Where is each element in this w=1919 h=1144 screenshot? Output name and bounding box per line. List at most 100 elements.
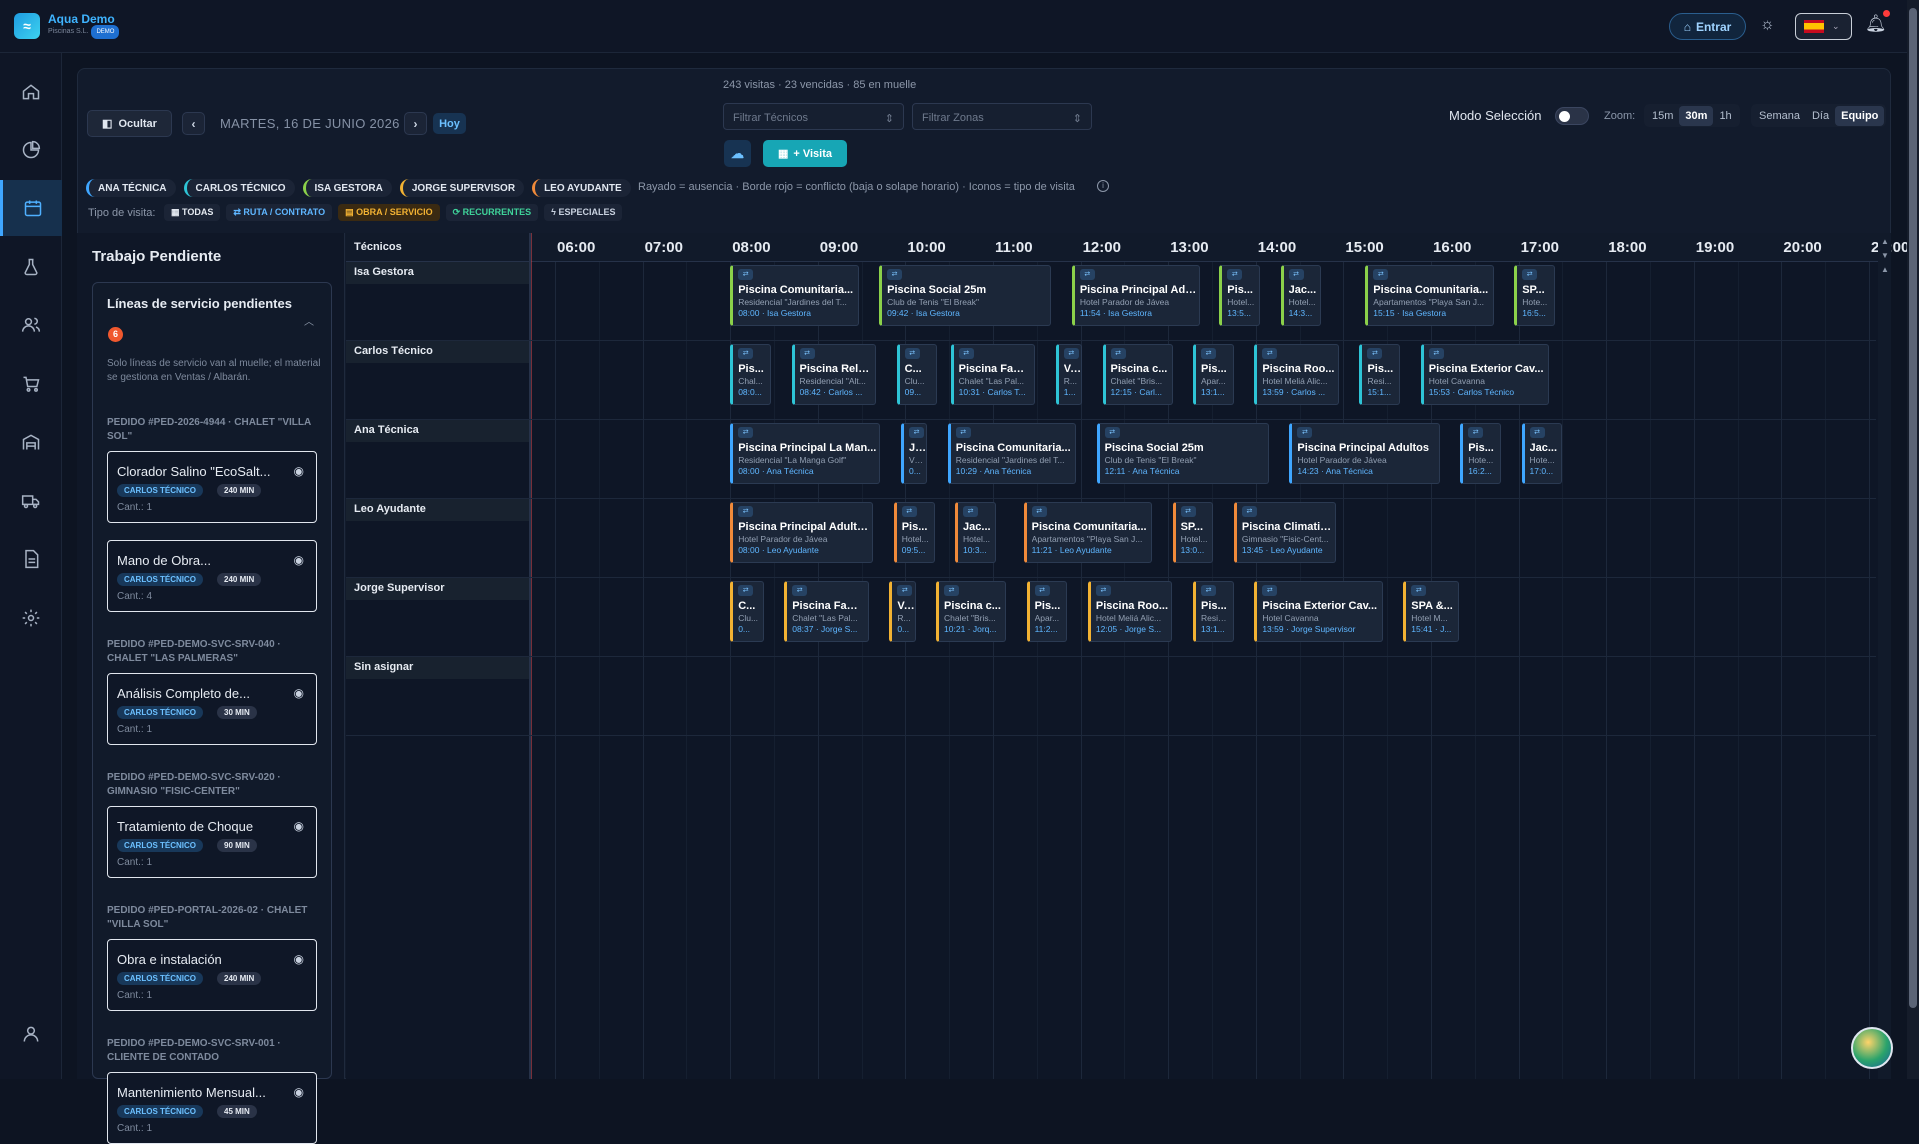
pending-line-card[interactable]: Análisis Completo de... ◉ CARLOS TÉCNICO 30…	[107, 673, 317, 745]
filter-technicians-select[interactable]: Filtrar Técnicos ⇕	[723, 103, 904, 130]
visit-card[interactable]: ⇄ Piscina Fam... Chalet "Las Pal... 08:37 ·…	[784, 581, 869, 642]
nav-customers[interactable]	[0, 297, 62, 353]
pending-line-card[interactable]: Mantenimiento Mensual... ◉ CARLOS TÉCNICO 4…	[107, 1072, 317, 1144]
visit-card[interactable]: ⇄ V... R... 0...	[889, 581, 916, 642]
zoom-30m[interactable]: 30m	[1679, 105, 1714, 126]
visit-card[interactable]: ⇄ Piscina Rela... Residencial "Alt... 08:42…	[791, 344, 877, 405]
nav-lab[interactable]	[0, 239, 62, 295]
eye-icon[interactable]: ◉	[294, 952, 304, 966]
visit-card[interactable]: ⇄ Pis... Resid... 13:1...	[1193, 581, 1234, 642]
pending-line-card[interactable]: Clorador Salino "EcoSalt... ◉ CARLOS TÉCNI…	[107, 451, 317, 523]
next-day-button[interactable]: ›	[404, 112, 427, 135]
tech-chip[interactable]: LEO AYUDANTE	[532, 179, 631, 197]
view-week[interactable]: Semana	[1753, 106, 1806, 126]
visit-card[interactable]: ⇄ Pis... Apar... 11:2...	[1026, 581, 1068, 642]
tech-chip[interactable]: CARLOS TÉCNICO	[183, 179, 295, 197]
window-scroll-thumb[interactable]	[1909, 8, 1917, 1008]
visit-card[interactable]: ⇄ Pis... Resi... 15:1...	[1359, 344, 1401, 405]
eye-icon[interactable]: ◉	[294, 686, 304, 700]
tech-chip[interactable]: JORGE SUPERVISOR	[399, 179, 525, 197]
tech-chip[interactable]: ANA TÉCNICA	[86, 179, 176, 197]
visit-card[interactable]: ⇄ Piscina Fam... Chalet "Las Pal... 10:31 ·…	[950, 344, 1036, 405]
visit-card[interactable]: ⇄ C... Clu... 09...	[896, 344, 938, 405]
visit-card[interactable]: ⇄ C... Clu... 0...	[730, 581, 764, 642]
visit-card[interactable]: ⇄ Piscina Social 25m Club de Tenis "El Bre…	[1096, 423, 1269, 484]
theme-toggle-sun-icon[interactable]: ☼	[1760, 16, 1775, 34]
visit-card[interactable]: ⇄ SP... Hote... 16:5...	[1514, 265, 1556, 326]
visit-type-filter[interactable]: ⟳ RECURRENTES	[445, 204, 539, 221]
visit-card[interactable]: ⇄ Piscina Comunitaria... Apartamentos "Pla…	[1365, 265, 1494, 326]
assistant-avatar-button[interactable]	[1851, 1027, 1893, 1069]
nav-profile[interactable]	[0, 1006, 62, 1062]
visit-type-filter[interactable]: ϟ ESPECIALES	[544, 204, 623, 221]
visit-card[interactable]: ⇄ Piscina Principal Adultos Hotel Parador …	[730, 502, 874, 563]
visit-card[interactable]: ⇄ V... R... 1...	[1055, 344, 1082, 405]
nav-documents[interactable]	[0, 531, 62, 587]
pending-line-card[interactable]: Tratamiento de Choque ◉ CARLOS TÉCNICO 90 M…	[107, 806, 317, 878]
eye-icon[interactable]: ◉	[294, 553, 304, 567]
visit-card[interactable]: ⇄ SP... Hotel... 13:0...	[1172, 502, 1214, 563]
scroll-up-icon-2[interactable]: ▲	[1881, 265, 1889, 274]
visit-card[interactable]: ⇄ Pis... Hotel... 13:5...	[1219, 265, 1261, 326]
visit-card[interactable]: ⇄ Piscina Roo... Hotel Meliá Alic... 12:05 …	[1087, 581, 1173, 642]
view-day[interactable]: Día	[1806, 106, 1835, 126]
pending-line-card[interactable]: Obra e instalación ◉ CARLOS TÉCNICO 240 MIN…	[107, 939, 317, 1011]
zoom-1h[interactable]: 1h	[1713, 106, 1737, 126]
grid-scrollbar[interactable]: ▲ ▼ ▲	[1878, 233, 1891, 1079]
zoom-15m[interactable]: 15m	[1646, 106, 1679, 126]
today-button[interactable]: Hoy	[433, 113, 466, 134]
visit-card[interactable]: ⇄ Piscina c... Chalet "Bris... 12:15 · Carl…	[1102, 344, 1173, 405]
chevron-up-icon[interactable]: ︿	[304, 313, 314, 328]
window-scrollbar[interactable]	[1907, 0, 1919, 1079]
visit-type-filter[interactable]: ⇄ RUTA / CONTRATO	[226, 204, 333, 221]
sync-button[interactable]: ☁	[724, 140, 751, 167]
hide-panel-button[interactable]: ◧ Ocultar	[87, 110, 172, 137]
scroll-down-icon[interactable]: ▼	[1881, 251, 1889, 260]
visit-card[interactable]: ⇄ J... Vi... 0...	[901, 423, 928, 484]
visit-card[interactable]: ⇄ Jac... Hotel... 14:3...	[1280, 265, 1322, 326]
app-logo[interactable]: ≈ Aqua Demo Piscinas S.L. DEMO	[14, 13, 120, 39]
visit-card[interactable]: ⇄ Jac... Hotel... 10:3...	[955, 502, 996, 563]
visit-card[interactable]: ⇄ SPA &... Hotel M... 15:41 · J...	[1403, 581, 1459, 642]
visit-card[interactable]: ⇄ Piscina Exterior Cav... Hotel Cavanna 15:…	[1420, 344, 1550, 405]
prev-day-button[interactable]: ‹	[182, 112, 205, 135]
visit-card[interactable]: ⇄ Pis... Apar... 13:1...	[1193, 344, 1234, 405]
visit-card[interactable]: ⇄ Pis... Hotel... 09:5...	[893, 502, 935, 563]
visit-type-filter[interactable]: ▦ TODAS	[164, 204, 221, 221]
nav-sales[interactable]	[0, 356, 62, 412]
visit-card[interactable]: ⇄ Piscina Comunitaria... Apartamentos "Pla…	[1023, 502, 1153, 563]
enter-button[interactable]: ⌂ Entrar	[1669, 13, 1746, 40]
nav-logistics[interactable]	[0, 473, 62, 529]
visit-card[interactable]: ⇄ Piscina c... Chalet "Bris... 10:21 · Jorq…	[936, 581, 1007, 642]
eye-icon[interactable]: ◉	[294, 819, 304, 833]
visit-card[interactable]: ⇄ Piscina Exterior Cav... Hotel Cavanna 13:…	[1254, 581, 1383, 642]
tech-chip[interactable]: ISA GESTORA	[302, 179, 392, 197]
language-selector[interactable]: ⌄	[1795, 13, 1852, 40]
info-icon[interactable]: i	[1097, 180, 1109, 192]
visit-type-filter[interactable]: ▤ OBRA / SERVICIO	[338, 204, 440, 221]
nav-settings[interactable]	[0, 590, 62, 646]
visit-card[interactable]: ⇄ Pis... Chal... 08:0...	[730, 344, 771, 405]
new-visit-button[interactable]: ▦ + Visita	[763, 140, 847, 167]
nav-home[interactable]	[0, 64, 62, 120]
visit-card[interactable]: ⇄ Jac... Hote... 17:0...	[1521, 423, 1563, 484]
visit-card[interactable]: ⇄ Piscina Roo... Hotel Meliá Alic... 13:59 …	[1254, 344, 1339, 405]
visit-card[interactable]: ⇄ Piscina Principal Adultos Hotel Parador …	[1289, 423, 1440, 484]
visit-card[interactable]: ⇄ Piscina Climatiz... Gimnasio "Fisic-Cent…	[1233, 502, 1336, 563]
visit-card[interactable]: ⇄ Piscina Comunitaria... Residencial "Jard…	[947, 423, 1077, 484]
visit-card[interactable]: ⇄ Piscina Principal Adultos Hotel Parador …	[1071, 265, 1201, 326]
nav-dashboard[interactable]	[0, 122, 62, 178]
visit-card[interactable]: ⇄ Piscina Social 25m Club de Tenis "El Bre…	[879, 265, 1052, 326]
nav-calendar[interactable]	[0, 180, 62, 236]
visit-card[interactable]: ⇄ Piscina Comunitaria... Residencial "Jard…	[730, 265, 859, 326]
view-team[interactable]: Equipo	[1835, 105, 1885, 126]
selection-mode-toggle[interactable]	[1555, 107, 1589, 125]
eye-icon[interactable]: ◉	[294, 464, 304, 478]
eye-icon[interactable]: ◉	[294, 1085, 304, 1099]
scroll-up-icon[interactable]: ▲	[1881, 237, 1889, 246]
nav-warehouse[interactable]	[0, 414, 62, 470]
visit-card[interactable]: ⇄ Piscina Principal La Man... Residencial …	[730, 423, 881, 484]
pending-line-card[interactable]: Mano de Obra... ◉ CARLOS TÉCNICO 240 MIN Can…	[107, 540, 317, 612]
filter-zones-select[interactable]: Filtrar Zonas ⇕	[912, 103, 1092, 130]
notifications-bell-icon[interactable]: 🔔︎	[1865, 14, 1887, 34]
